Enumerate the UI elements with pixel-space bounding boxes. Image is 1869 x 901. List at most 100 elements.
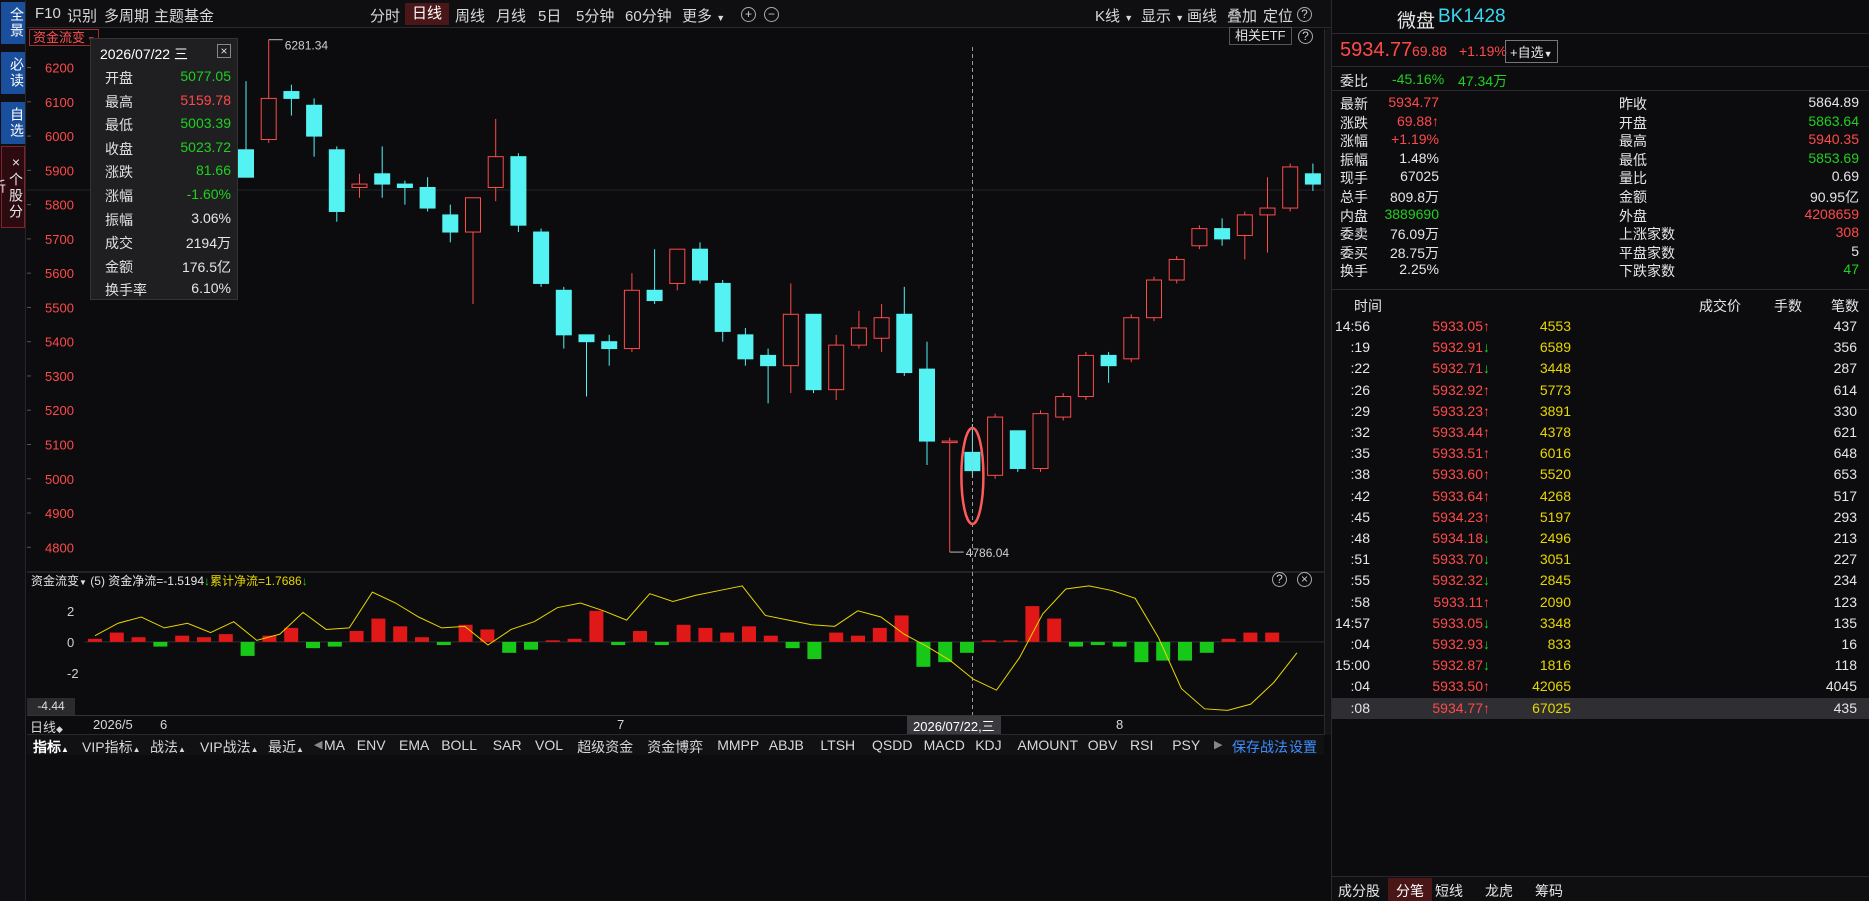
indicator-boll[interactable]: BOLL (441, 737, 477, 753)
indicator-ltsh[interactable]: LTSH (820, 737, 855, 753)
tab-vip-strategies[interactable]: VIP战法▲ (200, 737, 259, 757)
x-tick-label: 8 (1116, 717, 1124, 732)
stat-value: 1.48% (1399, 149, 1439, 166)
tab-ticks[interactable]: 分笔 (1388, 878, 1432, 901)
tick-volume: 3448 (1539, 360, 1571, 377)
more-dropdown[interactable]: 更多 ▼ (682, 5, 725, 26)
indicator-sar[interactable]: SAR (493, 737, 522, 753)
tab-indicators[interactable]: 指标▲ (33, 737, 69, 757)
indicator-资金博弈[interactable]: 资金博弈 (647, 737, 703, 757)
close-icon[interactable]: × (1297, 572, 1312, 587)
tab-60min[interactable]: 60分钟 (625, 5, 672, 26)
indicator-env[interactable]: ENV (357, 737, 386, 753)
settings-button[interactable]: 设置 (1289, 737, 1317, 757)
indicator-kdj[interactable]: KDJ (975, 737, 1001, 753)
tick-row (1332, 380, 1869, 401)
sidebar-item-must-read[interactable]: 必读 (1, 52, 25, 94)
flow-bar (1112, 641, 1127, 647)
related-etf-button[interactable]: 相关ETF (1229, 27, 1292, 45)
tab-dragon-tiger[interactable]: 龙虎 (1485, 881, 1513, 901)
indicator-vol[interactable]: VOL (535, 737, 563, 753)
tab-5day[interactable]: 5日 (538, 5, 561, 26)
y-tick-label: 4900 (45, 506, 74, 521)
indicator-amount[interactable]: AMOUNT (1017, 737, 1078, 753)
indicator-ma[interactable]: MA (324, 737, 345, 753)
add-favorite-button[interactable]: +自选▼ (1505, 40, 1558, 63)
caret-down-icon: ▼ (1543, 49, 1553, 59)
tick-time: 14:56 (1334, 318, 1370, 334)
multi-period-button[interactable]: 多周期 (104, 5, 149, 26)
tick-time: 14:57 (1334, 614, 1370, 631)
flow-indicator-dropdown[interactable]: 资金流变▼ (31, 574, 87, 588)
f10-button[interactable]: F10 (35, 5, 61, 22)
tick-count: 213 (1833, 530, 1857, 546)
tab-daily[interactable]: 日线 (405, 3, 450, 25)
tick-volume: 6016 (1539, 445, 1571, 462)
close-icon[interactable]: × (217, 44, 231, 58)
candle (669, 248, 686, 284)
help-icon[interactable]: ? (1272, 572, 1287, 587)
stat-label: 平盘家数 (1619, 244, 1675, 261)
close-icon[interactable]: × (8, 154, 24, 172)
draw-line-button[interactable]: 画线 (1187, 5, 1217, 26)
help-icon[interactable]: ? (1298, 29, 1313, 44)
tick-count: 653 (1833, 466, 1857, 483)
tab-chips[interactable]: 筹码 (1535, 881, 1563, 901)
info-value: 5077.05 (180, 68, 231, 84)
candle (714, 282, 731, 332)
indicator-psy[interactable]: PSY (1172, 737, 1200, 753)
tab-monthly[interactable]: 月线 (496, 5, 526, 26)
save-strategy-button[interactable]: 保存战法 (1232, 737, 1288, 757)
stat-label: 最低 (1619, 151, 1647, 168)
indicator-badge[interactable]: 资金流变 ▼ (29, 29, 100, 46)
info-key: 涨跌 (105, 164, 133, 181)
zoom-out-icon[interactable]: − (764, 7, 779, 22)
indicator-macd[interactable]: MACD (924, 737, 965, 753)
flow-bar (742, 626, 756, 642)
candle (828, 344, 845, 391)
high-label: 6281.34 (285, 39, 329, 53)
panel-splitter[interactable] (1324, 29, 1331, 735)
tick-row (1332, 316, 1869, 337)
scroll-left-icon[interactable]: ◀ (314, 738, 322, 751)
indicator-mmpp[interactable]: MMPP (717, 737, 759, 753)
sidebar-item-label: 全景 (9, 7, 25, 39)
scroll-right-icon[interactable]: ▶ (1214, 738, 1222, 751)
tab-strategies[interactable]: 战法▲ (150, 737, 186, 757)
tab-weekly[interactable]: 周线 (455, 5, 485, 26)
info-row: 最低 5003.39 (105, 115, 231, 135)
indicator-qsdd[interactable]: QSDD (872, 737, 912, 753)
locate-button[interactable]: 定位 (1263, 5, 1293, 26)
sidebar-item-overview[interactable]: 全景 (1, 2, 25, 44)
zoom-in-icon[interactable]: + (741, 7, 756, 22)
indicator-obv[interactable]: OBV (1088, 737, 1118, 753)
indicator-rsi[interactable]: RSI (1130, 737, 1153, 753)
flow-y-tick-label: 0 (67, 635, 74, 650)
indicator-超级资金[interactable]: 超级资金 (577, 737, 633, 757)
caret-up-icon: ▲ (61, 745, 69, 754)
sidebar-item-stock-analysis[interactable]: ×个股分析 (0, 146, 25, 228)
flow-bar (197, 637, 211, 642)
display-dropdown[interactable]: 显示 ▼ (1141, 5, 1184, 26)
candle (1236, 214, 1253, 236)
recognize-button[interactable]: 识别 (67, 5, 97, 26)
indicator-abjb[interactable]: ABJB (769, 737, 804, 753)
sidebar-item-watchlist[interactable]: 自选 (1, 102, 25, 144)
indicator-ema[interactable]: EMA (399, 737, 429, 753)
tick-header: 成交价 (1699, 298, 1741, 314)
tab-short-term[interactable]: 短线 (1435, 881, 1463, 901)
candle (646, 289, 663, 302)
sidebar-item-label: 自选 (9, 107, 25, 139)
theme-fund-button[interactable]: 主题基金 (154, 5, 214, 26)
arrow-down-icon: ↓ (1483, 360, 1490, 377)
stat-label: 下跌家数 (1619, 263, 1675, 280)
tab-recent[interactable]: 最近▲ (268, 737, 304, 757)
tab-constituents[interactable]: 成分股 (1338, 881, 1380, 901)
tab-5min[interactable]: 5分钟 (576, 5, 614, 26)
overlay-button[interactable]: 叠加 (1227, 5, 1257, 26)
tick-count: 234 (1833, 572, 1857, 589)
kline-dropdown[interactable]: K线 ▼ (1095, 5, 1133, 26)
help-icon[interactable]: ? (1297, 7, 1312, 22)
tab-vip-indicators[interactable]: VIP指标▲ (82, 737, 141, 757)
tab-intraday[interactable]: 分时 (370, 5, 400, 26)
